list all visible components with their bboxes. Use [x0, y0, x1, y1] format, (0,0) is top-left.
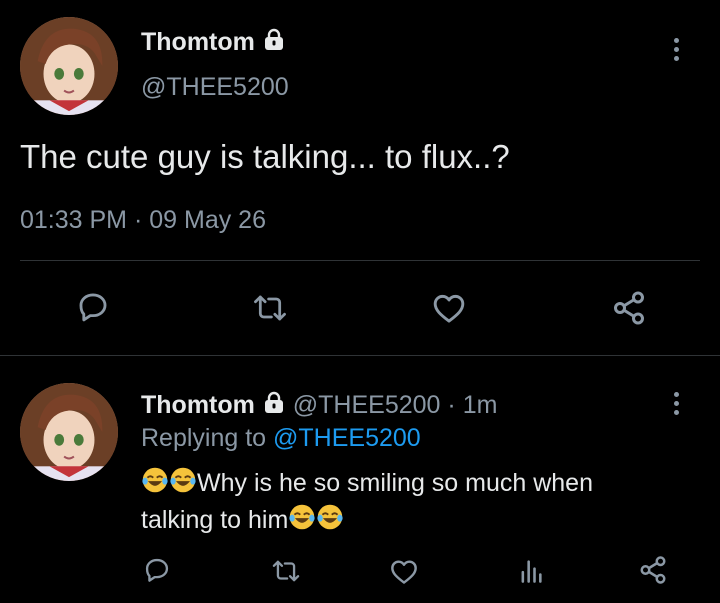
replying-to-handle-link[interactable]: @THEE5200: [273, 424, 421, 452]
face-with-tears-of-joy-emoji: [316, 503, 344, 540]
heart-icon: [391, 560, 417, 584]
avatar-image: [20, 17, 118, 115]
display-name[interactable]: Thomtom: [141, 28, 286, 59]
lock-icon: [262, 391, 286, 422]
reply-retweet-button[interactable]: [271, 557, 301, 585]
more-vertical-icon: [674, 38, 679, 43]
tweet-timestamp[interactable]: 01:33 PM · 09 May 26: [20, 206, 266, 235]
handle[interactable]: @THEE5200: [141, 73, 289, 102]
retweet-button[interactable]: [252, 291, 288, 325]
reply-text-part-2: talking to him: [141, 506, 289, 534]
display-name-text: Thomtom: [141, 28, 255, 57]
face-with-tears-of-joy-emoji: [169, 466, 197, 503]
replying-to: Replying to @THEE5200: [141, 424, 421, 453]
analytics-bars-icon: [521, 560, 542, 583]
face-with-tears-of-joy-emoji: [141, 466, 169, 503]
tweet-text: The cute guy is talking... to flux..?: [20, 138, 510, 175]
reply-analytics-button[interactable]: [517, 557, 545, 585]
reply-like-button[interactable]: [389, 558, 419, 585]
reply-reply-button[interactable]: [143, 556, 171, 584]
more-dot: [674, 47, 679, 52]
tweet-time: 01:33 PM: [20, 206, 128, 234]
like-button[interactable]: [431, 292, 467, 324]
reply-avatar[interactable]: [20, 383, 118, 481]
reply-text-part-1: Why is he so smiling so much when: [197, 469, 593, 497]
reply-share-button[interactable]: [638, 555, 668, 585]
reply-text: Why is he so smiling so much when talkin…: [141, 466, 701, 540]
reply-text-line-2: talking to him: [141, 503, 701, 540]
retweet-icon: [254, 295, 286, 321]
reply-more-options-button[interactable]: [674, 392, 679, 415]
reply-header: Thomtom @THEE5200 · 1m: [141, 391, 497, 422]
avatar[interactable]: [20, 17, 118, 115]
divider: [20, 260, 700, 261]
reply-bubble-icon: [145, 558, 169, 582]
more-vertical-icon: [674, 392, 679, 397]
more-dot: [674, 410, 679, 415]
reply-display-name[interactable]: Thomtom: [141, 391, 255, 419]
reply-button[interactable]: [76, 290, 110, 324]
tweet-date: 09 May 26: [149, 206, 266, 234]
share-button[interactable]: [610, 290, 648, 326]
reply-text-line-1: Why is he so smiling so much when: [141, 466, 701, 503]
share-icon: [614, 291, 644, 325]
separator: ·: [447, 391, 456, 420]
lock-icon: [262, 28, 286, 59]
heart-icon: [433, 294, 465, 323]
replying-to-label: Replying to: [141, 424, 267, 452]
reply-bubble-icon: [79, 293, 107, 322]
avatar-image: [20, 383, 118, 481]
more-dot: [674, 401, 679, 406]
more-dot: [674, 56, 679, 61]
reply-handle[interactable]: @THEE5200: [293, 391, 441, 419]
more-options-button[interactable]: [674, 38, 679, 61]
retweet-icon: [272, 560, 300, 582]
section-divider: [0, 355, 720, 356]
share-icon: [640, 556, 666, 584]
reply-age: 1m: [462, 391, 498, 420]
separator: ·: [133, 206, 143, 234]
face-with-tears-of-joy-emoji: [288, 503, 316, 540]
